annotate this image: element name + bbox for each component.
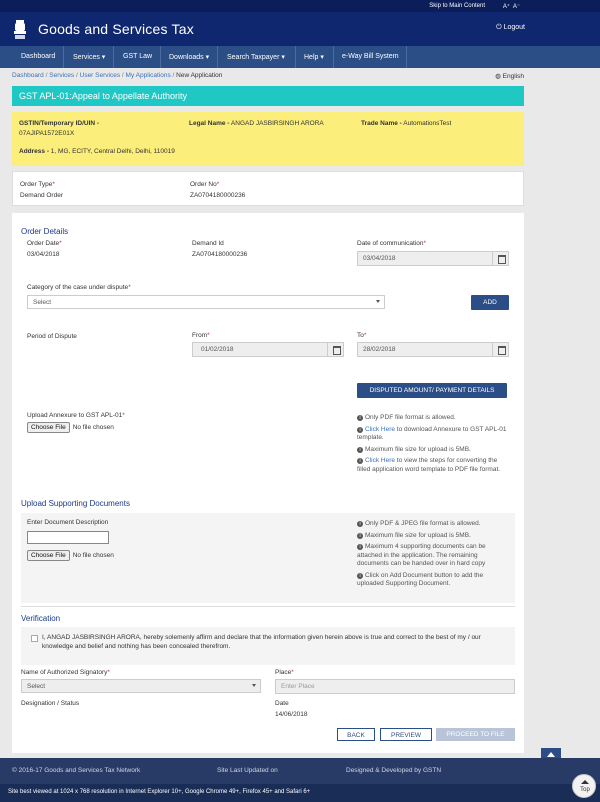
breadcrumb-my-applications[interactable]: My Applications <box>126 72 171 79</box>
supporting-docs-heading: Upload Supporting Documents <box>21 499 130 508</box>
copyright-text: © 2016-17 Goods and Services Tax Network <box>12 767 141 774</box>
order-summary: Order Type* Demand Order Order No* ZA070… <box>12 171 524 206</box>
address-value: 1, MG, ECITY, Central Delhi, Delhi, 1100… <box>50 148 175 155</box>
nav-help[interactable]: Help ▾ <box>304 53 324 61</box>
download-template-link[interactable]: Click Here <box>365 426 395 433</box>
order-details-heading: Order Details <box>21 227 69 236</box>
appeal-form: Order Details Order Date* 03/04/2018 Dem… <box>12 213 524 753</box>
annexure-info: i Only PDF file format is allowed. i Click… <box>357 414 507 473</box>
info-icon: i <box>357 446 363 453</box>
order-type-value: Demand Order <box>20 192 63 199</box>
chevron-up-icon <box>581 780 589 784</box>
power-icon: ⏻ <box>496 24 504 31</box>
breadcrumb-dashboard[interactable]: Dashboard <box>12 72 44 79</box>
supporting-info: i Only PDF & JPEG file format is allowed.… <box>357 520 486 587</box>
legal-name-value: ANGAD JASBIRSINGH ARORA <box>230 120 324 127</box>
verification-heading: Verification <box>21 614 61 623</box>
preview-button[interactable]: PREVIEW <box>380 728 432 741</box>
nav-services[interactable]: Services ▾ <box>73 53 105 61</box>
page-title: GST APL-01:Appeal to Appellate Authority <box>12 86 524 106</box>
declaration-text: I, ANGAD JASBIRSINGH ARORA, hereby solem… <box>42 634 481 650</box>
disputed-amount-button[interactable]: DISPUTED AMOUNT/ PAYMENT DETAILS <box>357 383 507 398</box>
annexure-choose-file-button[interactable]: Choose File <box>27 422 70 433</box>
font-increase-button[interactable]: A⁺ <box>503 3 510 10</box>
language-selector[interactable]: ◍ English <box>495 72 524 80</box>
site-footer: © 2016-17 Goods and Services Tax Network… <box>0 758 600 784</box>
main-nav: Dashboard Services ▾ GST Law Downloads ▾… <box>0 46 600 68</box>
breadcrumb-current: New Application <box>176 72 223 79</box>
national-emblem-icon <box>14 20 26 39</box>
supporting-choose-file-button[interactable]: Choose File <box>27 550 70 561</box>
declaration-checkbox[interactable] <box>31 635 38 642</box>
info-icon: i <box>357 572 363 579</box>
taxpayer-info-box: GSTIN/Temporary ID/UIN - 07AJIPA1572E01X… <box>12 112 524 166</box>
communication-date-field[interactable]: 03/04/2018 <box>357 251 509 266</box>
globe-icon: ◍ <box>495 73 503 80</box>
category-select[interactable]: Select <box>27 295 385 309</box>
nav-gst-law[interactable]: GST Law <box>123 53 152 60</box>
chevron-down-icon <box>252 684 256 687</box>
verification-date-value: 14/06/2018 <box>275 711 308 718</box>
nav-search-taxpayer[interactable]: Search Taxpayer ▾ <box>227 53 285 61</box>
period-from-field[interactable]: 01/02/2018 <box>192 342 344 357</box>
breadcrumb: Dashboard / Services / User Services / M… <box>12 72 223 79</box>
back-to-top-button[interactable]: Top <box>572 774 596 798</box>
info-icon: i <box>357 544 363 550</box>
nav-downloads[interactable]: Downloads ▾ <box>169 53 209 61</box>
breadcrumb-user-services[interactable]: User Services <box>80 72 120 79</box>
last-updated-text: Site Last Updated on <box>217 767 278 774</box>
info-icon: i <box>357 458 363 464</box>
calendar-icon[interactable] <box>492 252 508 265</box>
logout-link[interactable]: ⏻ Logout <box>496 24 525 32</box>
trade-name-value: AutomationsTest <box>403 120 452 127</box>
breadcrumb-services[interactable]: Services <box>49 72 74 79</box>
conversion-steps-link[interactable]: Click Here <box>365 457 395 464</box>
info-icon: i <box>357 532 363 539</box>
add-category-button[interactable]: ADD <box>471 295 509 310</box>
info-icon: i <box>357 426 363 433</box>
nav-eway-bill[interactable]: e-Way Bill System <box>342 53 399 60</box>
skip-to-content-link[interactable]: Skip to Main Content <box>429 3 485 9</box>
font-decrease-button[interactable]: A⁻ <box>513 3 520 10</box>
place-input[interactable]: Enter Place <box>275 679 515 694</box>
chevron-down-icon <box>376 300 380 303</box>
calendar-icon[interactable] <box>327 343 343 356</box>
nav-dashboard[interactable]: Dashboard <box>21 53 55 60</box>
top-strip: Skip to Main Content A⁺ A⁻ <box>0 0 600 12</box>
document-description-input[interactable] <box>27 531 109 544</box>
period-to-field[interactable]: 28/02/2018 <box>357 342 509 357</box>
order-no-value: ZA0704180000236 <box>190 192 246 199</box>
demand-id-value: ZA0704180000236 <box>192 251 248 258</box>
signatory-select[interactable]: Select <box>21 679 261 693</box>
gstin-value: 07AJIPA1572E01X <box>19 130 75 137</box>
site-title: Goods and Services Tax <box>38 21 194 37</box>
calendar-icon[interactable] <box>492 343 508 356</box>
browser-support-bar: Site best viewed at 1024 x 768 resolutio… <box>0 784 600 802</box>
info-icon: i <box>357 415 363 421</box>
proceed-to-file-button[interactable]: PROCEED TO FILE <box>436 728 515 741</box>
back-button[interactable]: BACK <box>337 728 375 741</box>
order-date-value: 03/04/2018 <box>27 251 60 258</box>
site-header: Goods and Services Tax ⏻ Logout <box>0 12 600 46</box>
designed-by-text: Designed & Developed by GSTN <box>346 767 442 774</box>
info-icon: i <box>357 521 363 527</box>
